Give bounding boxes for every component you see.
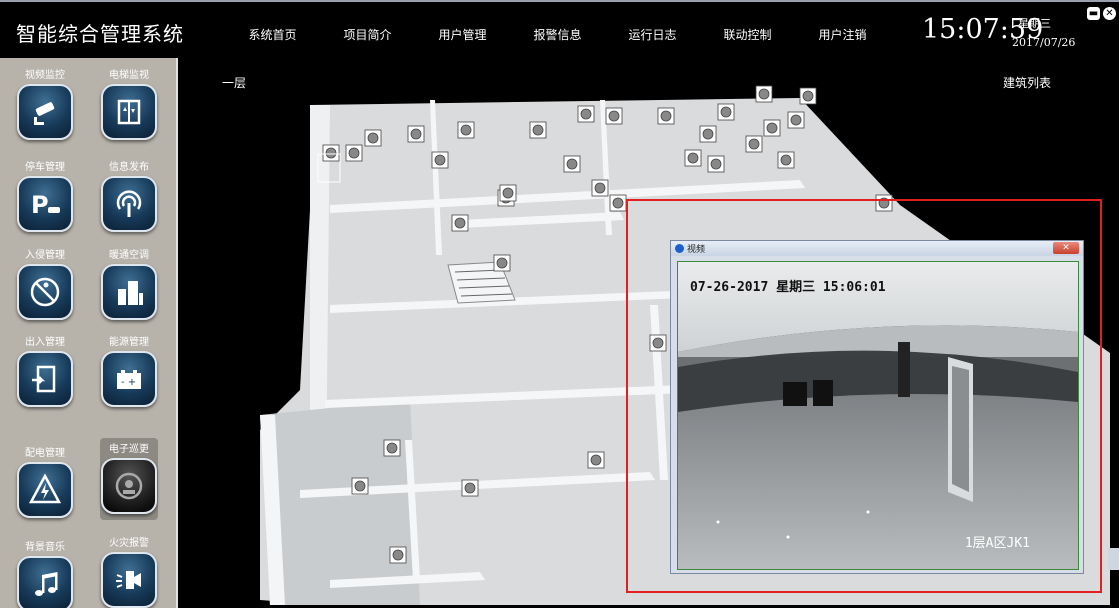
video-popup-title: 视频 <box>687 245 706 255</box>
video-popup-window[interactable]: 视频 ✕ 07-26-2017 星期三 15:06:01 1层A区JK1 <box>670 240 1084 574</box>
module-label: 暖通空调 <box>109 250 149 261</box>
app-title: 智能综合管理系统 <box>16 22 184 46</box>
module-label: 出入管理 <box>25 337 65 348</box>
module-label: 能源管理 <box>109 337 149 348</box>
cctv-camera-icon <box>17 84 73 140</box>
module-label: 背景音乐 <box>25 542 65 553</box>
elevator-icon <box>101 84 157 140</box>
nav-user-management[interactable]: 用户管理 <box>415 26 510 43</box>
nav-linkage-control[interactable]: 联动控制 <box>700 26 795 43</box>
music-note-icon <box>17 556 73 608</box>
minimize-icon[interactable]: ▬ <box>1087 7 1100 20</box>
module-power-distribution[interactable]: 配电管理 <box>16 446 74 518</box>
svg-text:P: P <box>31 191 49 219</box>
parking-icon: P <box>17 176 73 232</box>
svg-text:- +: - + <box>121 377 136 388</box>
broadcast-icon <box>101 176 157 232</box>
fire-alarm-icon <box>101 552 157 608</box>
close-icon[interactable]: ✕ <box>1103 7 1116 20</box>
clock-weekday: 星期三 <box>1018 17 1051 30</box>
module-energy[interactable]: 能源管理 - + <box>100 335 158 407</box>
camera-scene <box>678 262 1078 569</box>
module-label: 信息发布 <box>109 162 149 173</box>
module-parking[interactable]: 停车管理 P <box>16 160 74 232</box>
nav-logout[interactable]: 用户注销 <box>795 26 890 43</box>
module-info-publish[interactable]: 信息发布 <box>100 160 158 232</box>
camera-video-feed: 07-26-2017 星期三 15:06:01 1层A区JK1 <box>677 261 1079 570</box>
patrol-icon <box>101 458 157 514</box>
module-fire-alarm[interactable]: 火灾报警 <box>100 536 158 608</box>
intrusion-icon <box>17 264 73 320</box>
clock-date: 2017/07/26 <box>1012 36 1076 49</box>
module-background-music[interactable]: 背景音乐 <box>16 540 74 608</box>
nav-home[interactable]: 系统首页 <box>225 26 320 43</box>
edge-tab-handle[interactable] <box>1108 548 1119 570</box>
module-label: 入侵管理 <box>25 250 65 261</box>
camera-osd-timestamp: 07-26-2017 星期三 15:06:01 <box>690 280 886 295</box>
module-patrol[interactable]: 电子巡更 <box>100 438 158 520</box>
video-popup-close-button[interactable]: ✕ <box>1053 242 1079 254</box>
module-intrusion[interactable]: 入侵管理 <box>16 248 74 320</box>
module-video-surveillance[interactable]: 视频监控 <box>16 68 74 140</box>
module-label: 火灾报警 <box>109 538 149 549</box>
module-sidebar: 视频监控 电梯监视 停车管理 P 信息发布 入侵管理 暖通空调 出入管理 能源管… <box>0 58 178 608</box>
nav-run-log[interactable]: 运行日志 <box>605 26 700 43</box>
window-app-icon <box>675 244 684 253</box>
access-door-icon <box>17 351 73 407</box>
module-hvac[interactable]: 暖通空调 <box>100 248 158 320</box>
top-bar: 智能综合管理系统 系统首页 项目简介 用户管理 报警信息 运行日志 联动控制 用… <box>0 0 1119 58</box>
module-label: 配电管理 <box>25 448 65 459</box>
lightning-icon <box>17 462 73 518</box>
main-nav: 系统首页 项目简介 用户管理 报警信息 运行日志 联动控制 用户注销 <box>225 26 890 43</box>
nav-alarm-info[interactable]: 报警信息 <box>510 26 605 43</box>
module-elevator[interactable]: 电梯监视 <box>100 68 158 140</box>
battery-icon: - + <box>101 351 157 407</box>
nav-project-intro[interactable]: 项目简介 <box>320 26 415 43</box>
camera-osd-name: 1层A区JK1 <box>964 536 1030 551</box>
module-label: 视频监控 <box>25 70 65 81</box>
module-label: 电子巡更 <box>109 444 149 455</box>
video-popup-titlebar[interactable]: 视频 ✕ <box>671 241 1083 256</box>
module-label: 电梯监视 <box>109 70 149 81</box>
hvac-building-icon <box>101 264 157 320</box>
module-label: 停车管理 <box>25 162 65 173</box>
module-access-control[interactable]: 出入管理 <box>16 335 74 407</box>
